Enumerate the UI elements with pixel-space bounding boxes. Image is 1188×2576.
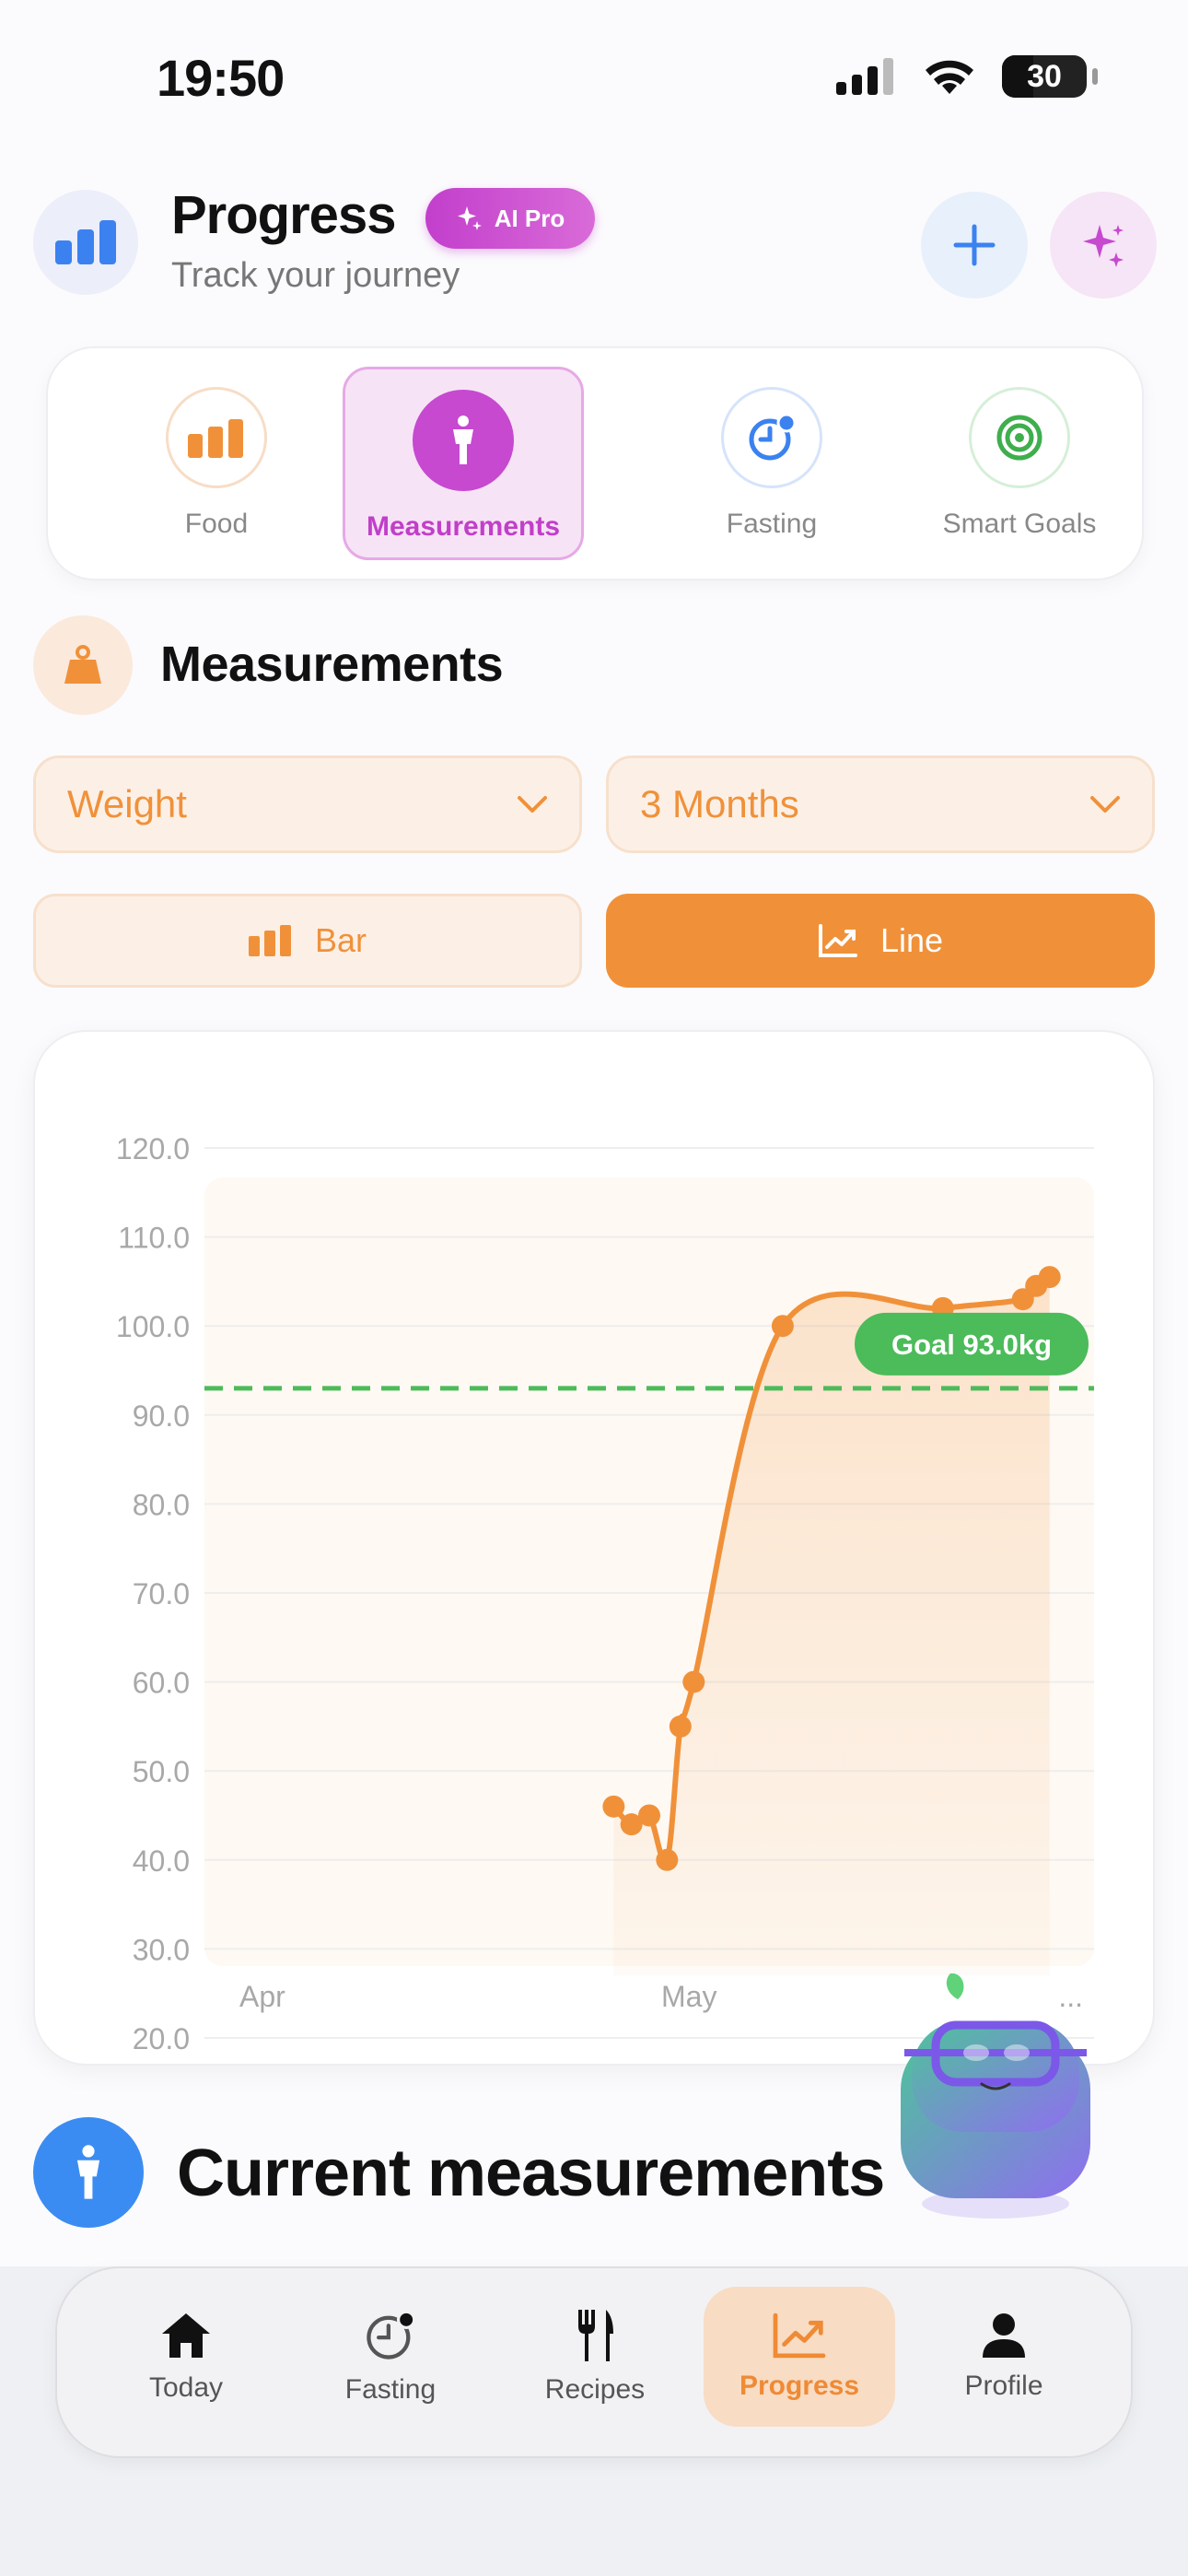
chevron-down-icon [1090, 796, 1120, 813]
y-tick-label: 50.0 [133, 1755, 190, 1788]
nav-label: Today [148, 2372, 224, 2403]
line-chart-toggle[interactable]: Line [606, 894, 1155, 988]
nav-fasting[interactable]: Fasting [295, 2287, 486, 2427]
data-point[interactable] [771, 1315, 794, 1338]
signal-icon [836, 58, 893, 95]
x-tick-label: May [661, 1980, 716, 2013]
page-title: Progress [171, 185, 396, 245]
person-icon [453, 416, 473, 464]
nav-label: Profile [964, 2371, 1043, 2401]
current-measurements-title: Current measurements [177, 2137, 885, 2210]
line-chart-icon [773, 2313, 826, 2359]
status-time: 19:50 [157, 49, 285, 107]
chevron-down-icon [518, 796, 547, 813]
battery-indicator: 30 [1002, 55, 1098, 98]
progress-category-tabs: Food Measurements Fasting Smart Goals [46, 346, 1144, 580]
line-chart-icon [818, 924, 857, 957]
x-tick-label: Apr [239, 1980, 285, 2013]
tab-label: Measurements [366, 511, 561, 542]
y-tick-label: 30.0 [133, 1933, 190, 1966]
goal-label: Goal 93.0kg [855, 1312, 1089, 1376]
nav-label: Progress [739, 2371, 860, 2401]
range-select[interactable]: 3 Months [606, 755, 1155, 853]
data-point[interactable] [656, 1848, 679, 1871]
sparkle-icon [1083, 225, 1124, 267]
battery-level: 30 [1027, 58, 1062, 94]
status-icons: 30 [836, 55, 1098, 98]
ai-pro-label: AI Pro [494, 204, 565, 232]
utensils-icon [578, 2310, 613, 2361]
tab-food[interactable]: Food [96, 367, 337, 560]
weight-chart-card: 120.0 110.0 100.0 90.0 80.0 70.0 60.0 50.0 40.0 3… [33, 1030, 1155, 2066]
bar-chart-icon [188, 419, 243, 458]
nav-label: Recipes [544, 2374, 646, 2405]
bar-toggle-label: Bar [314, 921, 367, 959]
y-tick-label: 60.0 [133, 1667, 190, 1700]
nav-today[interactable]: Today [90, 2287, 282, 2427]
range-select-value: 3 Months [640, 782, 799, 825]
tab-label: Smart Goals [942, 509, 1097, 539]
sparkle-icon [457, 206, 482, 230]
tab-label: Food [184, 509, 249, 539]
metric-select-value: Weight [67, 782, 187, 825]
bottom-navigation: Today Fasting Recipes Progress Profile [55, 2266, 1133, 2458]
y-tick-label: 110.0 [118, 1222, 190, 1255]
y-tick-label: 70.0 [133, 1577, 190, 1610]
person-icon [983, 2313, 1025, 2358]
data-point[interactable] [669, 1715, 692, 1738]
add-button[interactable] [921, 192, 1028, 299]
data-point[interactable] [602, 1795, 625, 1818]
ai-sparkle-button[interactable] [1050, 192, 1157, 299]
home-icon [162, 2313, 210, 2358]
page-subtitle: Track your journey [171, 256, 460, 295]
tab-fasting[interactable]: Fasting [651, 367, 892, 560]
target-icon [996, 415, 1042, 461]
clock-icon [749, 413, 797, 461]
nav-label: Fasting [344, 2374, 437, 2405]
nav-profile[interactable]: Profile [908, 2287, 1100, 2427]
nav-progress[interactable]: Progress [704, 2287, 895, 2427]
plus-icon [953, 224, 996, 266]
data-point[interactable] [638, 1804, 660, 1827]
weight-line-chart: 120.0 110.0 100.0 90.0 80.0 70.0 60.0 50.0 40.0 3… [116, 1132, 1094, 2055]
y-tick-label: 120.0 [116, 1132, 190, 1165]
y-tick-label: 40.0 [133, 1844, 190, 1878]
mascot-assistant[interactable] [899, 1962, 1092, 2230]
line-toggle-label: Line [879, 921, 944, 959]
app-logo-icon [33, 190, 138, 295]
nav-recipes[interactable]: Recipes [499, 2287, 691, 2427]
ai-pro-badge[interactable]: AI Pro [425, 188, 595, 249]
data-point[interactable] [682, 1670, 705, 1693]
tab-smart-goals[interactable]: Smart Goals [899, 367, 1140, 560]
person-icon [33, 2117, 144, 2228]
metric-select[interactable]: Weight [33, 755, 582, 853]
wifi-icon [926, 60, 973, 94]
y-tick-label: 100.0 [116, 1310, 190, 1343]
tab-label: Fasting [726, 509, 818, 539]
data-point[interactable] [1038, 1266, 1061, 1289]
tab-measurements[interactable]: Measurements [343, 367, 584, 560]
y-tick-label: 20.0 [133, 2022, 190, 2055]
clock-icon [367, 2310, 416, 2359]
bar-chart-toggle[interactable]: Bar [33, 894, 582, 988]
y-tick-label: 90.0 [133, 1399, 190, 1433]
goal-label-text: Goal 93.0kg [891, 1329, 1052, 1361]
section-title: Measurements [160, 637, 504, 692]
weight-icon [33, 615, 133, 715]
bar-chart-icon [248, 925, 291, 956]
y-tick-label: 80.0 [133, 1488, 190, 1521]
